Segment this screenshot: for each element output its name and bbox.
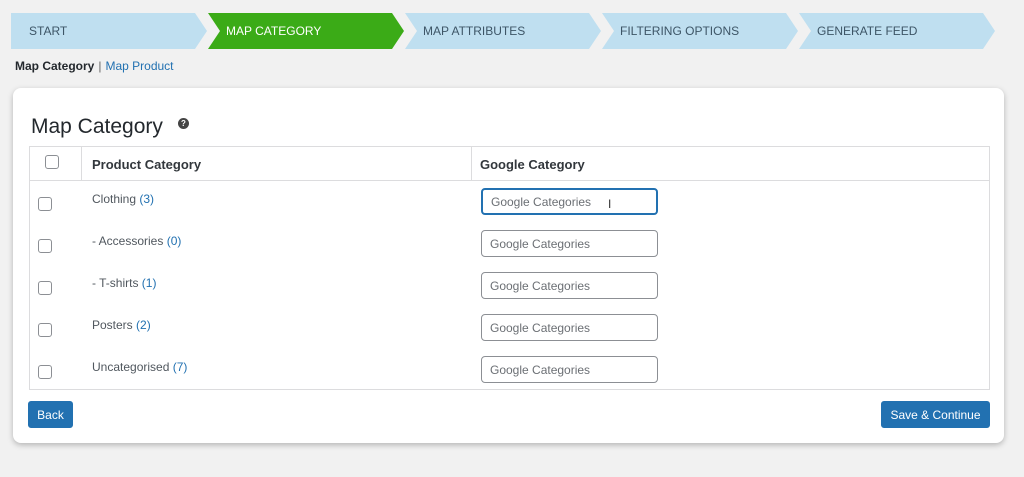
- table-row: - T-shirts (1): [30, 265, 989, 307]
- table-row: Clothing (3) I: [30, 181, 989, 223]
- google-category-input[interactable]: [481, 188, 658, 215]
- subnav-separator: |: [98, 59, 102, 73]
- category-label: - Accessories (0): [92, 234, 182, 248]
- step-map-attributes[interactable]: MAP ATTRIBUTES: [405, 13, 601, 49]
- category-table: Product Category Google Category Clothin…: [29, 146, 990, 390]
- page-title: Map Category: [31, 115, 163, 138]
- table-row: Posters (2): [30, 307, 989, 349]
- step-filtering-options[interactable]: FILTERING OPTIONS: [602, 13, 798, 49]
- category-count[interactable]: (0): [167, 234, 182, 248]
- step-start[interactable]: START: [11, 13, 207, 49]
- subnav-current: Map Category: [15, 59, 95, 73]
- text-cursor-icon: I: [608, 197, 612, 211]
- category-count[interactable]: (7): [173, 360, 188, 374]
- step-map-category[interactable]: MAP CATEGORY: [208, 13, 404, 49]
- header-divider: [471, 147, 472, 181]
- category-label: Posters (2): [92, 318, 151, 332]
- header-product-category: Product Category: [92, 157, 202, 172]
- category-label: Clothing (3): [92, 192, 155, 206]
- category-count[interactable]: (2): [136, 318, 151, 332]
- table-header: Product Category Google Category: [30, 147, 989, 181]
- row-checkbox[interactable]: [38, 281, 52, 295]
- row-checkbox[interactable]: [38, 365, 52, 379]
- google-category-input[interactable]: [481, 230, 658, 257]
- row-checkbox[interactable]: [38, 197, 52, 211]
- sub-navigation: Map Category | Map Product: [15, 59, 174, 73]
- map-category-card: Map Category ? Product Category Google C…: [13, 88, 1004, 443]
- select-all-checkbox[interactable]: [45, 155, 59, 169]
- category-count[interactable]: (1): [142, 276, 157, 290]
- category-label: Uncategorised (7): [92, 360, 188, 374]
- question-icon[interactable]: ?: [178, 118, 189, 129]
- row-checkbox[interactable]: [38, 323, 52, 337]
- table-row: - Accessories (0): [30, 223, 989, 265]
- google-category-input[interactable]: [481, 314, 658, 341]
- row-checkbox[interactable]: [38, 239, 52, 253]
- header-google-category: Google Category: [480, 157, 585, 172]
- step-generate-feed[interactable]: GENERATE FEED: [799, 13, 995, 49]
- back-button[interactable]: Back: [28, 401, 73, 428]
- select-all-cell: [30, 147, 82, 181]
- progress-steps: START MAP CATEGORY MAP ATTRIBUTES FILTER…: [11, 13, 1001, 49]
- google-category-input[interactable]: [481, 272, 658, 299]
- save-continue-button[interactable]: Save & Continue: [881, 401, 990, 428]
- google-category-input[interactable]: [481, 356, 658, 383]
- table-row: Uncategorised (7): [30, 349, 989, 391]
- category-label: - T-shirts (1): [92, 276, 157, 290]
- subnav-map-product-link[interactable]: Map Product: [105, 59, 173, 73]
- category-count[interactable]: (3): [139, 192, 154, 206]
